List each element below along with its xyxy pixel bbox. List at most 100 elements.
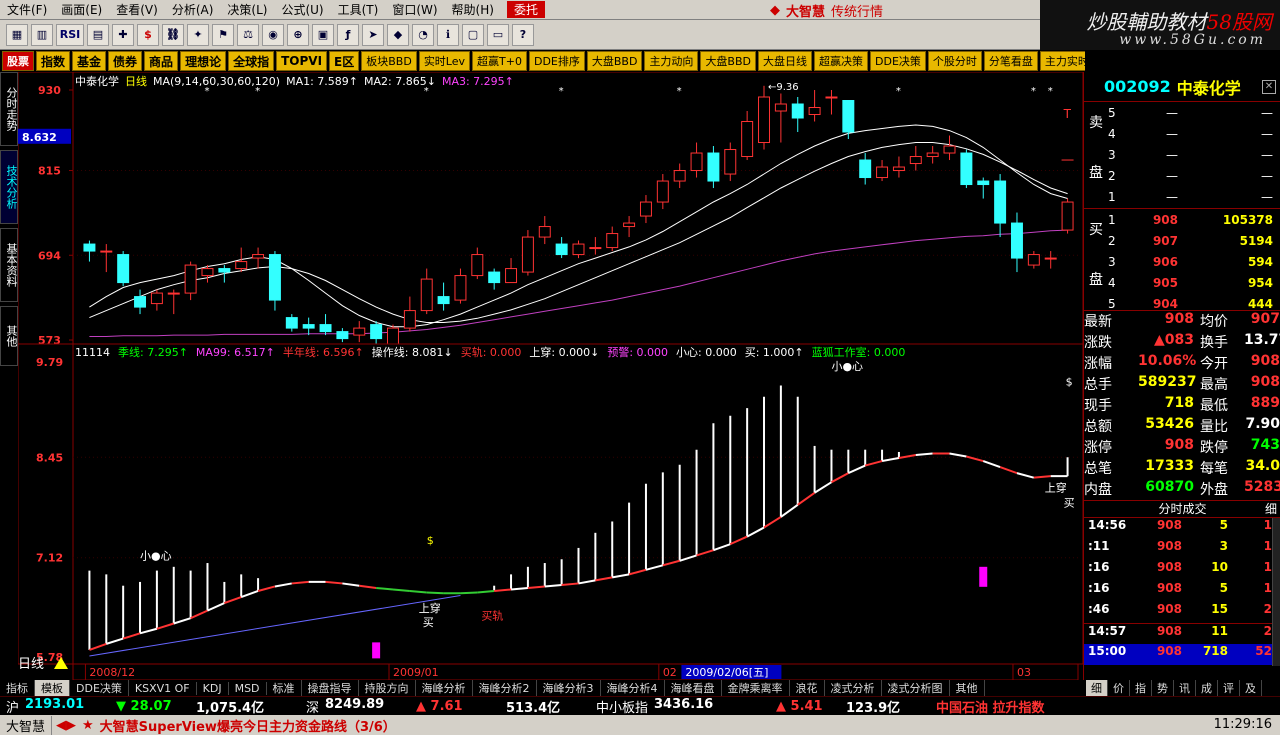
link-icon[interactable]: ⛓	[162, 23, 184, 46]
menu-analysis[interactable]: 分析(A)	[165, 1, 221, 18]
menu-view[interactable]: 查看(V)	[109, 1, 165, 18]
sell-row[interactable]: 2 — —	[1108, 165, 1280, 186]
candle-body[interactable]	[656, 180, 669, 203]
candle-body[interactable]	[673, 170, 686, 182]
candle-body[interactable]	[387, 327, 399, 347]
kline-icon[interactable]: ▥	[31, 23, 53, 46]
candle-body[interactable]	[741, 121, 754, 158]
candle-body[interactable]	[454, 275, 467, 301]
candle-body[interactable]	[538, 226, 551, 238]
nav-tab[interactable]: TOPVI	[276, 51, 328, 71]
candle-body[interactable]	[1061, 201, 1074, 231]
diamond-icon[interactable]: ◆	[387, 23, 409, 46]
ruler-icon[interactable]: ▭	[487, 23, 509, 46]
scale-icon[interactable]: ⚖	[237, 23, 259, 46]
quote-tab[interactable]: 价	[1108, 680, 1130, 696]
indicator-tab[interactable]: 海峰分析2	[473, 680, 537, 696]
indicator-tab[interactable]: 海峰看盘	[665, 680, 722, 696]
indicator-tab[interactable]: 海峰分析4	[601, 680, 665, 696]
nav-tab[interactable]: DDE排序	[528, 51, 585, 71]
menu-tools[interactable]: 工具(T)	[331, 1, 386, 18]
candle-body[interactable]	[471, 254, 484, 277]
nav-tab[interactable]: 债券	[108, 51, 143, 71]
nav-tab[interactable]: 股票	[2, 51, 34, 71]
indicator-tab[interactable]: KSXV1 OF	[129, 681, 197, 695]
candle-body[interactable]	[150, 292, 163, 305]
candle-body[interactable]	[690, 152, 703, 172]
nav-tab[interactable]: 主力动向	[644, 51, 699, 71]
candle-body[interactable]	[943, 145, 956, 154]
menu-trade[interactable]: 委托	[506, 1, 545, 18]
nav-tab[interactable]: E区	[329, 51, 360, 71]
candle-body[interactable]	[302, 324, 315, 329]
candle-body[interactable]	[639, 201, 652, 217]
candle-body[interactable]	[285, 317, 298, 329]
indicator-tab[interactable]: 持股方向	[359, 680, 416, 696]
star-icon[interactable]: ✦	[187, 23, 209, 46]
quote-tab[interactable]: 及	[1240, 680, 1262, 696]
index-cell[interactable]: ▼ 28.07	[110, 699, 190, 714]
buy-row[interactable]: 4 905 954	[1108, 272, 1280, 293]
candle-body[interactable]	[994, 180, 1007, 224]
index-cell[interactable]: 123.9亿	[840, 697, 930, 716]
candle-body[interactable]	[437, 296, 450, 305]
index-cell[interactable]: ▲ 7.61	[410, 699, 500, 714]
nav-tab[interactable]: 基金	[72, 51, 107, 71]
calc-icon[interactable]: ▤	[87, 23, 109, 46]
indicator-tab[interactable]: 金牌乘离率	[722, 680, 790, 696]
candle-body[interactable]	[403, 310, 416, 329]
buy-row[interactable]: 1 908 105378	[1108, 209, 1280, 230]
tick-row[interactable]: :16 908 5 1	[1084, 581, 1280, 602]
menu-file[interactable]: 文件(F)	[0, 1, 54, 18]
sell-row[interactable]: 3 — —	[1108, 144, 1280, 165]
candle-body[interactable]	[100, 250, 113, 253]
tick-row[interactable]: :16 908 10 1	[1084, 560, 1280, 581]
help-icon[interactable]: ?	[512, 23, 534, 46]
sell-row[interactable]: 4 — —	[1108, 123, 1280, 144]
candle-body[interactable]	[774, 103, 787, 112]
nav-tab[interactable]: 分笔看盘	[983, 51, 1038, 71]
candle-body[interactable]	[336, 331, 349, 340]
menu-window[interactable]: 窗口(W)	[385, 1, 444, 18]
candle-body[interactable]	[235, 261, 248, 270]
candle-body[interactable]	[572, 243, 585, 256]
candle-body[interactable]	[623, 222, 636, 228]
candle-body[interactable]	[1010, 222, 1023, 259]
tick-row[interactable]: :11 908 3 1	[1084, 539, 1280, 560]
candle-body[interactable]	[370, 324, 383, 340]
index-cell[interactable]: 深 8249.89	[300, 697, 410, 716]
side-tab[interactable]: 其他	[0, 306, 18, 366]
status-menu-icon[interactable]: ◀▶	[52, 718, 80, 733]
nav-tab[interactable]: 理想论	[180, 51, 227, 71]
menu-help[interactable]: 帮助(H)	[445, 1, 501, 18]
candle-body[interactable]	[1027, 254, 1040, 266]
candle-body[interactable]	[319, 324, 332, 333]
candle-body[interactable]	[555, 243, 568, 256]
indicator-tab[interactable]: 模板	[35, 680, 70, 696]
candle-body[interactable]	[83, 243, 96, 252]
candle-body[interactable]	[252, 254, 265, 259]
indicator-tab[interactable]: MSD	[229, 681, 267, 695]
candle-body[interactable]	[606, 233, 619, 249]
nav-tab[interactable]: 大盘BBD	[700, 51, 757, 71]
candle-body[interactable]	[909, 156, 922, 165]
period-label[interactable]: 日线	[18, 657, 44, 672]
nav-tab[interactable]: 板块BBD	[361, 51, 417, 71]
nav-tab[interactable]: 指数	[36, 51, 71, 71]
indicator-tab[interactable]: 其他	[950, 680, 985, 696]
chart-area[interactable]: 中泰化学 日线 MA(9,14,60,30,60,120) MA1: 7.589↑ MA…	[18, 72, 1083, 680]
nav-tab[interactable]: 全球指	[228, 51, 275, 71]
candle-body[interactable]	[184, 264, 197, 294]
candle-body[interactable]	[960, 152, 973, 186]
indicator-tab[interactable]: KDJ	[197, 681, 229, 695]
index-cell[interactable]: 中小板指 3436.16	[590, 697, 770, 716]
quote-tab[interactable]: 成	[1196, 680, 1218, 696]
menu-decision[interactable]: 决策(L)	[220, 1, 274, 18]
buy-row[interactable]: 2 907 5194	[1108, 230, 1280, 251]
candle-body[interactable]	[842, 100, 855, 133]
candle-body[interactable]	[134, 296, 147, 308]
candle-body[interactable]	[707, 152, 720, 182]
quote-tab[interactable]: 指	[1130, 680, 1152, 696]
candle-body[interactable]	[808, 107, 821, 116]
quote-tab[interactable]: 细	[1086, 680, 1108, 696]
